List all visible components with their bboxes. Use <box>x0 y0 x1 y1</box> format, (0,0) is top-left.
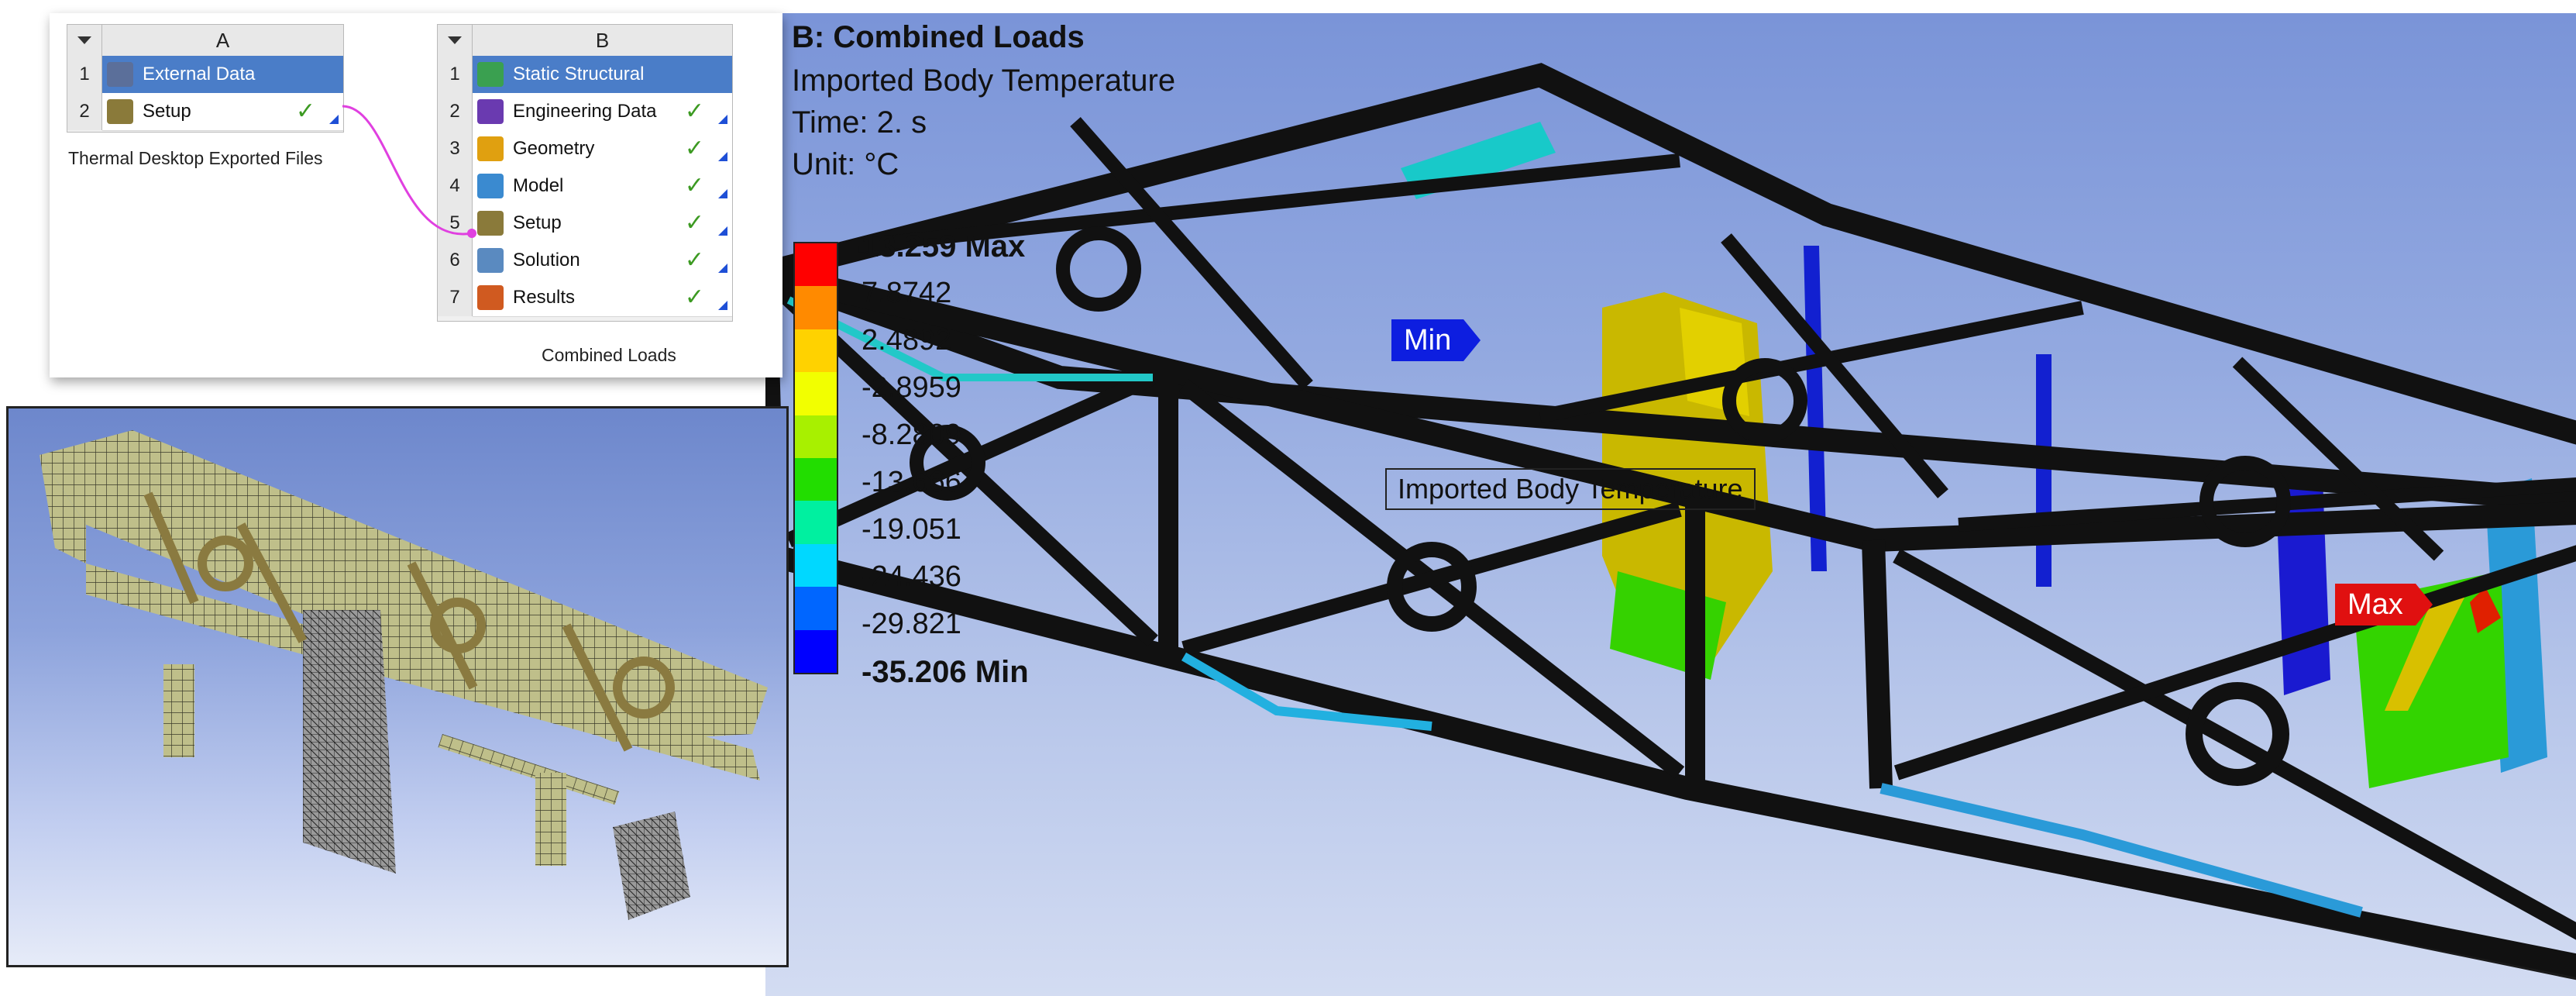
cell-corner-icon <box>718 152 727 161</box>
result-title: B: Combined Loads <box>792 20 1085 54</box>
schematic-cell-external-data[interactable]: 1 External Data <box>67 56 343 94</box>
schematic-cell-solution[interactable]: 6 Solution ✓ <box>438 242 732 280</box>
up-to-date-check-icon: ✓ <box>684 209 704 236</box>
mesh-model <box>40 430 768 920</box>
cell-body[interactable]: External Data <box>102 56 343 94</box>
legend-label: -35.206 Min <box>862 655 1029 689</box>
model-icon <box>477 174 504 198</box>
cell-corner-icon <box>718 115 727 124</box>
system-b-menu-arrow[interactable] <box>438 25 473 57</box>
solution-icon <box>477 248 504 273</box>
cell-number: 4 <box>438 167 473 205</box>
cell-number: 6 <box>438 242 473 279</box>
legend-label: 13.259 Max <box>862 229 1026 264</box>
project-schematic: A 1 External Data 2 Setup ✓ Thermal Desktop … <box>50 13 782 377</box>
cell-label: Geometry <box>513 138 595 159</box>
cell-label: Setup <box>513 212 562 233</box>
schematic-cell-engineering-data[interactable]: 2 Engineering Data ✓ <box>438 93 732 131</box>
legend-band <box>795 458 837 501</box>
cell-body[interactable]: Static Structural <box>473 56 732 94</box>
result-time: Time: 2. s <box>792 105 927 140</box>
schematic-cell-model[interactable]: 4 Model ✓ <box>438 167 732 205</box>
cell-label: Static Structural <box>513 64 645 84</box>
result-variable: Imported Body Temperature <box>792 64 1176 98</box>
cell-number: 5 <box>438 205 473 242</box>
cell-number: 3 <box>438 130 473 167</box>
cell-label: Model <box>513 175 564 196</box>
cell-body[interactable]: Geometry ✓ <box>473 130 732 168</box>
system-a-caption[interactable]: Thermal Desktop Exported Files <box>68 148 323 169</box>
schematic-cell-static-structural[interactable]: 1 Static Structural <box>438 56 732 94</box>
cell-number: 1 <box>67 56 102 93</box>
up-to-date-check-icon: ✓ <box>295 98 315 125</box>
cell-body[interactable]: Results ✓ <box>473 279 732 317</box>
schematic-cell-geometry[interactable]: 3 Geometry ✓ <box>438 130 732 168</box>
legend-band <box>795 501 837 545</box>
cell-corner-icon <box>718 264 727 273</box>
cell-body[interactable]: Solution ✓ <box>473 242 732 280</box>
legend-label: -24.436 <box>862 560 961 593</box>
cell-label: External Data <box>143 64 256 84</box>
cell-body[interactable]: Engineering Data ✓ <box>473 93 732 131</box>
cell-number: 1 <box>438 56 473 93</box>
cell-corner-icon <box>718 189 727 198</box>
legend-band <box>795 243 837 287</box>
cell-number: 2 <box>67 93 102 130</box>
min-probe-label[interactable]: Min <box>1391 319 1481 361</box>
setup-icon <box>477 211 504 236</box>
cell-corner-icon <box>718 226 727 236</box>
legend-band <box>795 286 837 330</box>
color-legend[interactable] <box>793 242 838 674</box>
cell-number: 7 <box>438 279 473 316</box>
body-annotation-label[interactable]: Imported Body Temperature <box>1385 468 1756 510</box>
results-icon <box>477 285 504 310</box>
cell-corner-icon <box>329 115 339 124</box>
cell-body[interactable]: Setup ✓ <box>102 93 343 131</box>
legend-band <box>795 543 837 588</box>
system-a-menu-arrow[interactable] <box>67 25 102 57</box>
legend-band <box>795 329 837 373</box>
mesh-preview-image <box>6 406 789 967</box>
legend-label: -8.2809 <box>862 419 961 451</box>
cell-label: Setup <box>143 101 191 122</box>
schematic-cell-results[interactable]: 7 Results ✓ <box>438 279 732 317</box>
legend-label: 2.4892 <box>862 324 952 357</box>
legend-band <box>795 372 837 416</box>
legend-label: -13.666 <box>862 466 961 498</box>
max-probe-label[interactable]: Max <box>2335 584 2433 626</box>
cell-label: Solution <box>513 250 580 271</box>
legend-band <box>795 629 837 674</box>
system-a-letter: A <box>102 25 343 57</box>
cell-corner-icon <box>718 301 727 310</box>
legend-band <box>795 415 837 459</box>
up-to-date-check-icon: ✓ <box>684 172 704 199</box>
result-unit: Unit: °C <box>792 147 899 181</box>
up-to-date-check-icon: ✓ <box>684 284 704 311</box>
system-b-static-structural[interactable]: B 1 Static Structural 2 Engineering Data ✓ 3 G… <box>437 24 733 322</box>
cell-body[interactable]: Setup ✓ <box>473 205 732 243</box>
legend-band <box>795 587 837 631</box>
cell-label: Results <box>513 287 576 308</box>
static-structural-icon <box>477 62 504 87</box>
schematic-cell-setup[interactable]: 2 Setup ✓ <box>67 93 343 131</box>
up-to-date-check-icon: ✓ <box>684 246 704 274</box>
setup-icon <box>107 99 133 124</box>
up-to-date-check-icon: ✓ <box>684 135 704 162</box>
legend-label: -29.821 <box>862 608 961 640</box>
legend-label: -2.8959 <box>862 371 961 404</box>
legend-label: -19.051 <box>862 513 961 546</box>
legend-label: 7.8742 <box>862 277 952 309</box>
schematic-cell-setup[interactable]: 5 Setup ✓ <box>438 205 732 243</box>
engineering-data-icon <box>477 99 504 124</box>
external-data-icon <box>107 62 133 87</box>
cell-body[interactable]: Model ✓ <box>473 167 732 205</box>
cell-label: Engineering Data <box>513 101 657 122</box>
cell-number: 2 <box>438 93 473 130</box>
system-a-external-data[interactable]: A 1 External Data 2 Setup ✓ <box>67 24 344 133</box>
system-b-letter: B <box>473 25 732 57</box>
geometry-icon <box>477 136 504 161</box>
system-b-caption[interactable]: Combined Loads <box>542 345 676 366</box>
up-to-date-check-icon: ✓ <box>684 98 704 125</box>
